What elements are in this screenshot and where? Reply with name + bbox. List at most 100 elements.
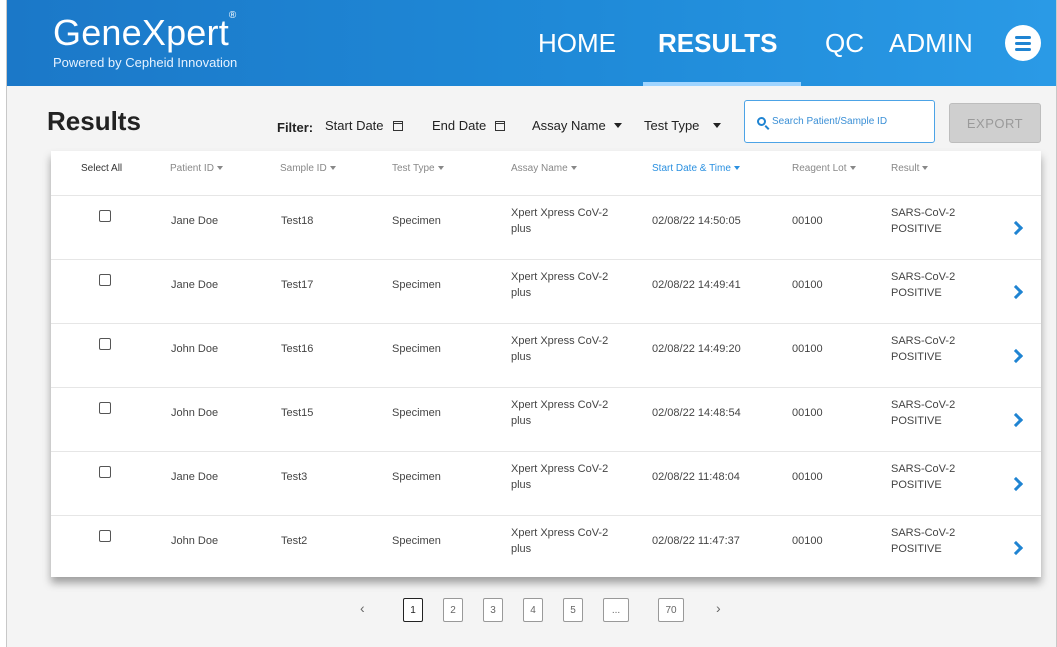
chevron-right-icon[interactable]: [1008, 540, 1024, 556]
nav-qc[interactable]: QC: [825, 0, 864, 86]
top-header: GeneXpert® Powered by Cepheid Innovation…: [7, 0, 1056, 86]
table-row[interactable]: Jane Doe Test3 Specimen Xpert Xpress CoV…: [51, 452, 1041, 516]
cell-result: SARS-CoV-2 POSITIVE: [891, 271, 956, 299]
chevron-right-icon[interactable]: [1008, 412, 1024, 428]
cell-assay-name: Xpert Xpress CoV-2 plus: [511, 463, 609, 491]
sort-caret-icon: [849, 166, 856, 171]
row-checkbox[interactable]: [99, 274, 111, 286]
cell-start-date: 02/08/22 11:47:37: [652, 535, 740, 547]
app-window: GeneXpert® Powered by Cepheid Innovation…: [6, 0, 1057, 647]
sort-caret-icon: [437, 166, 444, 171]
brand-name: GeneXpert: [53, 12, 229, 53]
cell-patient-id: Jane Doe: [171, 279, 219, 291]
registered-mark: ®: [228, 10, 237, 21]
start-date-filter[interactable]: Start Date: [325, 118, 403, 133]
page-button-4[interactable]: 4: [523, 598, 543, 622]
col-result[interactable]: Result: [891, 163, 929, 174]
end-date-label: End Date: [432, 118, 487, 133]
cell-sample-id: Test2: [281, 535, 308, 547]
sort-caret-icon: [216, 166, 223, 171]
col-sample-id[interactable]: Sample ID: [280, 163, 336, 174]
chevron-right-icon[interactable]: [1008, 284, 1024, 300]
select-all-header[interactable]: Select All: [81, 163, 122, 174]
col-patient-id[interactable]: Patient ID: [170, 163, 223, 174]
results-table: Select All Patient ID Sample ID Test Typ…: [51, 151, 1041, 577]
cell-assay-name: Xpert Xpress CoV-2 plus: [511, 527, 609, 555]
search-icon: [757, 117, 766, 126]
col-test-type[interactable]: Test Type: [392, 163, 444, 174]
cell-result: SARS-CoV-2 POSITIVE: [891, 463, 956, 491]
page-button-2[interactable]: 2: [443, 598, 463, 622]
cell-test-type: Specimen: [392, 215, 441, 227]
table-row[interactable]: Jane Doe Test18 Specimen Xpert Xpress Co…: [51, 196, 1041, 260]
cell-reagent-lot: 00100: [792, 535, 823, 547]
cell-test-type: Specimen: [392, 279, 441, 291]
cell-reagent-lot: 00100: [792, 407, 823, 419]
cell-test-type: Specimen: [392, 343, 441, 355]
nav-results[interactable]: RESULTS: [658, 0, 777, 86]
cell-reagent-lot: 00100: [792, 215, 823, 227]
page-button-1[interactable]: 1: [403, 598, 423, 622]
cell-start-date: 02/08/22 11:48:04: [652, 471, 740, 483]
prev-page-button[interactable]: ‹: [360, 600, 365, 616]
cell-assay-name: Xpert Xpress CoV-2 plus: [511, 399, 609, 427]
cell-reagent-lot: 00100: [792, 343, 823, 355]
nav-admin[interactable]: ADMIN: [889, 0, 973, 86]
chevron-right-icon[interactable]: [1008, 220, 1024, 236]
test-type-label: Test Type: [644, 118, 700, 133]
nav-active-indicator: [643, 82, 801, 86]
cell-start-date: 02/08/22 14:50:05: [652, 215, 741, 227]
row-checkbox[interactable]: [99, 402, 111, 414]
brand-tagline: Powered by Cepheid Innovation: [53, 55, 238, 70]
cell-start-date: 02/08/22 14:48:54: [652, 407, 741, 419]
cell-result: SARS-CoV-2 POSITIVE: [891, 335, 956, 363]
row-checkbox[interactable]: [99, 466, 111, 478]
cell-patient-id: John Doe: [171, 407, 219, 419]
end-date-filter[interactable]: End Date: [432, 118, 506, 133]
brand-logo[interactable]: GeneXpert® Powered by Cepheid Innovation: [53, 10, 237, 70]
nav-home[interactable]: HOME: [538, 0, 616, 86]
search-box[interactable]: [744, 100, 935, 143]
col-reagent-lot[interactable]: Reagent Lot: [792, 163, 856, 174]
table-row[interactable]: John Doe Test16 Specimen Xpert Xpress Co…: [51, 324, 1041, 388]
col-start-date-time[interactable]: Start Date & Time: [652, 163, 740, 174]
cell-assay-name: Xpert Xpress CoV-2 plus: [511, 207, 609, 235]
sort-caret-icon: [733, 166, 740, 171]
cell-result: SARS-CoV-2 POSITIVE: [891, 207, 956, 235]
cell-sample-id: Test16: [281, 343, 314, 355]
test-type-filter[interactable]: Test Type: [644, 118, 722, 133]
chevron-right-icon[interactable]: [1008, 476, 1024, 492]
cell-assay-name: Xpert Xpress CoV-2 plus: [511, 271, 609, 299]
cell-patient-id: John Doe: [171, 343, 219, 355]
start-date-label: Start Date: [325, 118, 384, 133]
assay-name-filter[interactable]: Assay Name: [532, 118, 622, 133]
cell-reagent-lot: 00100: [792, 279, 823, 291]
page-button-5[interactable]: 5: [563, 598, 583, 622]
cell-patient-id: Jane Doe: [171, 215, 219, 227]
cell-assay-name: Xpert Xpress CoV-2 plus: [511, 335, 609, 363]
row-checkbox[interactable]: [99, 530, 111, 542]
row-checkbox[interactable]: [99, 210, 111, 222]
filter-label: Filter:: [277, 120, 314, 135]
cell-result: SARS-CoV-2 POSITIVE: [891, 399, 956, 427]
page-button-3[interactable]: 3: [483, 598, 503, 622]
caret-down-icon: [713, 123, 722, 128]
cell-start-date: 02/08/22 14:49:41: [652, 279, 741, 291]
col-assay-name[interactable]: Assay Name: [511, 163, 577, 174]
cell-sample-id: Test3: [281, 471, 308, 483]
page-button-70[interactable]: 70: [658, 598, 684, 622]
page-title: Results: [47, 106, 141, 136]
calendar-icon: [495, 120, 506, 131]
cell-test-type: Specimen: [392, 535, 441, 547]
cell-sample-id: Test18: [281, 215, 314, 227]
export-button[interactable]: EXPORT: [949, 103, 1041, 143]
next-page-button[interactable]: ›: [716, 600, 721, 616]
table-row[interactable]: Jane Doe Test17 Specimen Xpert Xpress Co…: [51, 260, 1041, 324]
chevron-right-icon[interactable]: [1008, 348, 1024, 364]
row-checkbox[interactable]: [99, 338, 111, 350]
cell-test-type: Specimen: [392, 407, 441, 419]
table-row[interactable]: John Doe Test15 Specimen Xpert Xpress Co…: [51, 388, 1041, 452]
menu-icon[interactable]: [1005, 25, 1041, 61]
table-row[interactable]: John Doe Test2 Specimen Xpert Xpress CoV…: [51, 516, 1041, 580]
search-input[interactable]: [772, 116, 932, 127]
